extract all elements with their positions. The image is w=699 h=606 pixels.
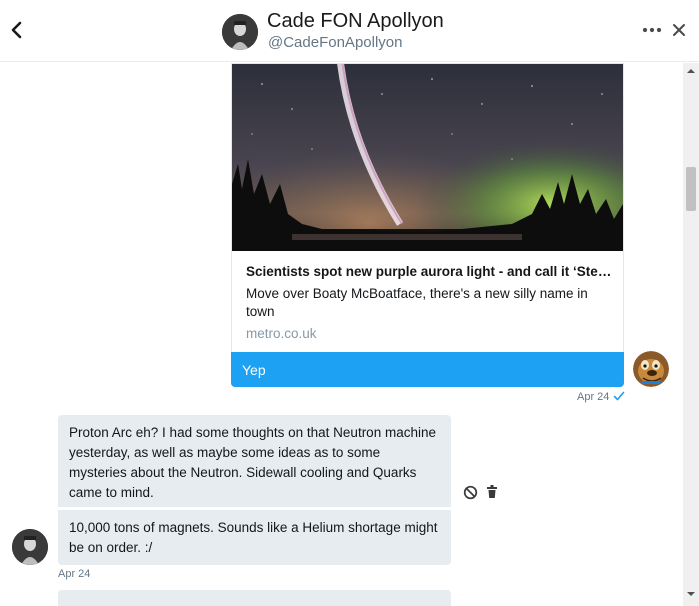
scrollbar[interactable] (683, 63, 699, 606)
received-message-bubble-partial[interactable] (58, 590, 451, 606)
received-message-bubble[interactable]: Proton Arc eh? I had some thoughts on th… (58, 415, 451, 507)
link-preview-title[interactable]: Scientists spot new purple aurora light … (246, 264, 614, 279)
more-options-button[interactable] (641, 22, 663, 38)
trash-icon[interactable] (486, 484, 498, 499)
close-button[interactable] (670, 20, 688, 40)
own-avatar[interactable] (633, 351, 669, 387)
report-block-icon[interactable] (463, 485, 478, 500)
link-preview-image[interactable] (232, 64, 623, 251)
scrollbar-thumb[interactable] (686, 167, 696, 211)
link-preview-description: Move over Boaty McBoatface, there's a ne… (246, 286, 588, 319)
contact-handle: @CadeFonApollyon (268, 34, 403, 51)
contact-name[interactable]: Cade FON Apollyon (267, 10, 444, 33)
contact-avatar-small[interactable] (12, 529, 48, 565)
scroll-up-arrow-icon[interactable] (686, 67, 696, 75)
conversation-header: Cade FON Apollyon @CadeFonApollyon (0, 0, 699, 62)
received-message-bubble[interactable]: 10,000 tons of magnets. Sounds like a He… (58, 510, 451, 565)
link-preview-domain: metro.co.uk (246, 326, 317, 341)
contact-avatar[interactable] (222, 14, 258, 50)
sent-message-timestamp: Apr 24 (577, 391, 610, 403)
message-thread[interactable]: Scientists spot new purple aurora light … (0, 63, 683, 606)
scroll-down-arrow-icon[interactable] (686, 590, 696, 598)
check-icon (613, 391, 625, 401)
sent-message-bubble[interactable]: Yep (231, 352, 624, 387)
back-button[interactable] (8, 19, 26, 41)
received-message-timestamp: Apr 24 (58, 568, 91, 580)
link-preview-card[interactable]: Scientists spot new purple aurora light … (231, 63, 624, 352)
